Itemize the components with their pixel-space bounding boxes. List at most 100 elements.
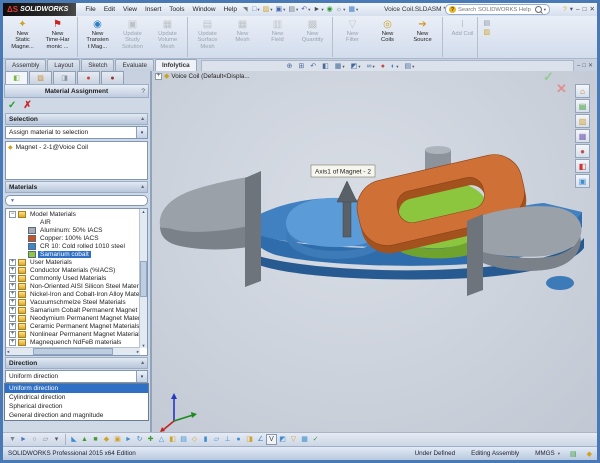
tree-item[interactable]: AIR [6, 218, 140, 226]
interference-detection-icon[interactable]: ◧ [167, 434, 178, 445]
expander-icon[interactable]: + [9, 323, 16, 330]
cancel-button[interactable]: ✗ [23, 100, 31, 111]
probe-tab-icon[interactable]: ◨ [53, 71, 76, 84]
menu-item[interactable]: View [119, 6, 141, 13]
solidworks-resources-icon[interactable]: ⌂ [575, 84, 590, 98]
select-arrow-icon[interactable]: ► ▾ [312, 6, 325, 13]
vertical-scrollbar[interactable]: ▲ ▼ [139, 209, 147, 348]
menu-item[interactable]: Tools [165, 6, 188, 13]
pin-icon[interactable]: ▴ [141, 184, 144, 190]
direction-option[interactable]: General direction and magnitude [5, 411, 148, 420]
chevron-down-icon[interactable]: ▾ [136, 127, 147, 138]
expander-icon[interactable]: + [9, 267, 16, 274]
view-selector-icon[interactable]: V [266, 434, 277, 445]
new-static-magnetic-button[interactable]: ✦ New Static Magne... [5, 17, 40, 57]
tree-item[interactable]: + Non-Oriented AISI Silicon Steel Materi… [6, 282, 140, 290]
menu-item[interactable]: Insert [141, 6, 165, 13]
view-orientation-icon[interactable]: ▦ ▾ [333, 63, 346, 70]
arm-right-part[interactable] [483, 206, 582, 257]
direction-dropdown[interactable]: Uniform direction ▾ [5, 370, 148, 383]
smart-fasteners-icon[interactable]: ✚ [145, 434, 156, 445]
open-document-icon[interactable]: ▨ ▾ [261, 6, 274, 13]
selection-section-header[interactable]: Selection ▴ [5, 113, 148, 125]
chevron-down-icon[interactable]: ▾ [136, 371, 147, 382]
save-icon[interactable]: ▣ ▾ [274, 6, 287, 13]
ok-button[interactable]: ✓ [8, 100, 16, 111]
tree-item[interactable]: + Commonly Used Materials [6, 274, 140, 282]
selection-listbox[interactable]: ◆ Magnet - 2-1@Voice Coil [5, 141, 148, 180]
minimize-button[interactable]: – [576, 6, 580, 13]
axis-arrow-shaft[interactable] [343, 201, 351, 237]
update-all-icon[interactable]: ▤ ▾ [482, 20, 492, 27]
sensor-icon[interactable]: ▽ [288, 434, 299, 445]
direction-option[interactable]: Uniform direction [5, 384, 148, 393]
zoom-area-icon[interactable]: ⊞ ▾ [297, 63, 306, 70]
coordinate-system-icon[interactable]: ⊥ [222, 434, 233, 445]
axis-icon[interactable]: ▮ [200, 434, 211, 445]
expander-icon[interactable]: + [9, 307, 16, 314]
new-time-harmonic-button[interactable]: ⚑ New Time-Har monic ... [40, 17, 75, 57]
view-palette-icon[interactable]: ▦ [575, 129, 590, 143]
pin-icon[interactable]: ▴ [141, 360, 144, 366]
expander-icon[interactable]: + [9, 315, 16, 322]
new-mesh-button[interactable]: ▦ New Mesh [225, 17, 260, 57]
new-field-button[interactable]: ▥ New Field [260, 17, 295, 57]
tab-evaluate[interactable]: Evaluate [115, 59, 154, 71]
help-bulb-icon[interactable]: ? [563, 6, 567, 13]
tree-item[interactable]: CR 10: Cold rolled 1010 steel [6, 242, 140, 250]
statistics-icon[interactable]: ▦ [299, 434, 310, 445]
boundary-conditions-tab-icon[interactable]: ▨ [29, 71, 52, 84]
tree-item[interactable]: Samarium cobalt [6, 250, 140, 258]
direction-option[interactable]: Cylindrical direction [5, 393, 148, 402]
tree-item[interactable]: + Ceramic Permanent Magnet Materials [6, 322, 140, 330]
chevron-down-icon[interactable]: ▾ [51, 434, 62, 445]
previous-view-icon[interactable]: ↶ ▾ [309, 63, 318, 70]
scroll-right-icon[interactable]: ► [136, 349, 140, 354]
new-filter-button[interactable]: ▽ New Filter [332, 17, 370, 57]
axis-arrow-head[interactable] [337, 181, 357, 202]
material-assignment-tab-icon[interactable]: ◧ [5, 71, 28, 84]
filter-vertices-icon[interactable]: ○ [29, 434, 40, 445]
custom-properties-tag-icon[interactable]: ▤ [570, 450, 577, 458]
quick-tips-icon[interactable]: ◆ [587, 450, 592, 458]
scroll-thumb[interactable] [33, 348, 113, 355]
doc-minimize-button[interactable]: – [577, 63, 580, 69]
tree-item[interactable]: + User Materials [6, 258, 140, 266]
menu-item[interactable]: Help [220, 6, 241, 13]
new-document-icon[interactable]: □ ▾ [251, 6, 262, 13]
open-study-icon[interactable]: ▨ ▾ [482, 29, 492, 36]
hide-component-icon[interactable]: ◆ [101, 434, 112, 445]
plane-icon[interactable]: ▱ [211, 434, 222, 445]
pin-menu-icon[interactable]: ◥ [243, 6, 248, 13]
new-quantity-button[interactable]: ▩ New Quantity [295, 17, 330, 57]
selected-entity-item[interactable]: ◆ Magnet - 2-1@Voice Coil [8, 144, 145, 151]
tree-item[interactable]: − Model Materials [6, 210, 140, 218]
expander-icon[interactable]: − [9, 211, 16, 218]
solve-tab-icon[interactable]: ● [101, 71, 124, 84]
rotate-component-icon[interactable]: ↻ [134, 434, 145, 445]
arm-right-plate[interactable] [467, 214, 483, 296]
assign-material-dropdown[interactable]: Assign material to selection ▾ [5, 126, 148, 139]
exploded-view-icon[interactable]: △ [156, 434, 167, 445]
new-source-button[interactable]: ➔ New Source [405, 17, 440, 57]
design-check-icon[interactable]: ✓ [310, 434, 321, 445]
scroll-up-icon[interactable]: ▲ [142, 209, 146, 214]
doc-close-button[interactable]: ✕ [588, 62, 593, 69]
tree-item[interactable]: + Vacuumschmelze Steel Materials [6, 298, 140, 306]
scroll-thumb[interactable] [140, 261, 147, 297]
menu-item[interactable]: File [81, 6, 99, 13]
filter-edges-icon[interactable]: ▱ [40, 434, 51, 445]
tab-infolytica[interactable]: Infolytica [155, 59, 197, 71]
graphics-area[interactable]: Axis1 of Magnet - 2 [152, 71, 597, 432]
tab-layout[interactable]: Layout [47, 59, 80, 71]
panel-help-icon[interactable]: ? [141, 88, 145, 95]
move-component-icon[interactable]: ► [123, 434, 134, 445]
mass-properties-icon[interactable]: ◩ [277, 434, 288, 445]
tab-sketch[interactable]: Sketch [81, 59, 114, 71]
edit-component-icon[interactable]: ▲ [79, 434, 90, 445]
expander-icon[interactable]: + [9, 331, 16, 338]
update-volume-mesh-button[interactable]: ▦ Update Volume Mesh [150, 17, 185, 57]
doc-restore-button[interactable]: □ [582, 63, 586, 69]
tab-assembly[interactable]: Assembly [5, 59, 46, 71]
point-icon[interactable]: ● [233, 434, 244, 445]
